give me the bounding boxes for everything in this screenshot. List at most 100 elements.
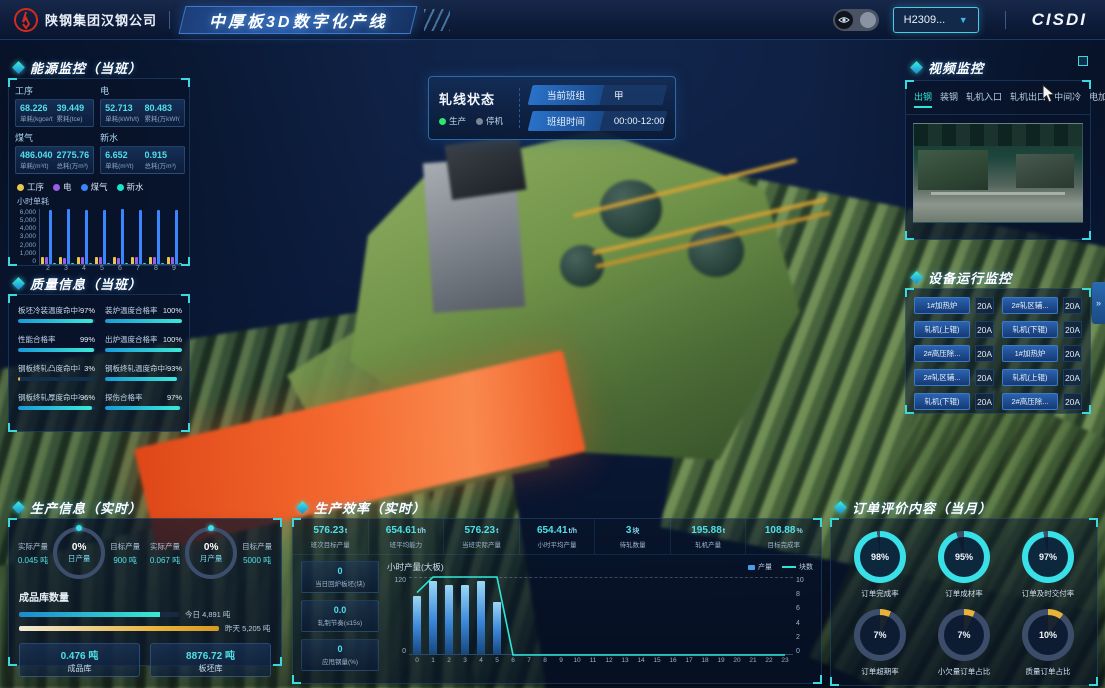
chevron-right-icon: »	[1096, 298, 1101, 308]
efficiency-stat-unit: 块	[632, 528, 639, 535]
page-title-plate: 中厚板3D数字化产线	[179, 6, 418, 34]
corner-bracket	[905, 288, 914, 297]
device-label-badge[interactable]: 轧机(上辊)	[1002, 369, 1058, 386]
efficiency-stat-value: 576.23t	[297, 525, 364, 536]
video-tab-5[interactable]: 电加热	[1089, 90, 1105, 108]
order-ring: 98%	[854, 531, 906, 583]
quality-item-top: 钢板终轧温度命中率93%	[105, 363, 182, 374]
quality-progress-track	[105, 406, 182, 410]
y-tick: 4,000	[13, 225, 36, 232]
efficiency-stat-value: 108.88%	[750, 525, 817, 536]
hourly-chart-legend: 产量块数	[748, 562, 813, 572]
efficiency-stat-unit: %	[796, 528, 802, 535]
device-label-badge[interactable]: 2#高压除...	[1002, 393, 1058, 410]
side-stat-value: 0	[306, 644, 374, 654]
device-label-badge[interactable]: 轧机(下辊)	[1002, 321, 1058, 338]
efficiency-stats-row: 576.23t班次目标产量654.61t/h班平均能力576.23t当班实际产量…	[293, 519, 821, 555]
energy-stat: 68.226单耗(kgce/t)	[20, 103, 53, 123]
y-tick: 4	[796, 620, 813, 627]
toggle-knob	[860, 12, 876, 28]
legend-bar-icon	[748, 565, 755, 570]
device-label-badge[interactable]: 2#轧区辅...	[914, 369, 970, 386]
status-divider	[519, 88, 520, 128]
corner-bracket	[181, 78, 190, 87]
camera-feed-rail	[931, 192, 1065, 195]
device-label-badge[interactable]: 1#加热炉	[914, 297, 970, 314]
devices-panel-title-text: 设备运行监控	[928, 268, 1012, 287]
hour-bar	[413, 596, 421, 655]
legend-label: 煤气	[91, 181, 108, 193]
device-label-badge[interactable]: 1#加热炉	[1002, 345, 1058, 362]
quality-item: 钢板终轧凸度命中率3%	[18, 363, 95, 381]
video-tab-4[interactable]: 中间冷	[1054, 90, 1081, 108]
energy-stat-value: 486.040	[20, 150, 53, 160]
order-ring-cell: 98%订单完成率	[841, 531, 919, 599]
device-label-badge[interactable]: 轧机(上辊)	[914, 321, 970, 338]
bar-group	[165, 209, 183, 264]
panel-collapse-tab[interactable]: »	[1092, 282, 1105, 324]
quality-item-pct: 100%	[163, 306, 182, 315]
bar-新水	[125, 263, 128, 264]
device-label-badge[interactable]: 2#轧区辅...	[1002, 297, 1058, 314]
corner-bracket	[292, 518, 301, 527]
shift-group-label: 当前班组	[547, 88, 585, 102]
y-tick: 2	[796, 634, 813, 641]
device-label-badge[interactable]: 轧机(下辊)	[914, 393, 970, 410]
corner-bracket	[181, 423, 190, 432]
energy-chart-x-axis: 23456789	[9, 265, 189, 272]
quality-item-label: 板坯冷装温度命中率	[18, 305, 80, 316]
energy-stat: 2775.76总耗(万m³)	[57, 150, 90, 170]
devices-panel: 1#加热炉 20A 2#轧区辅...20A 轧机(上辊) 20A 轧机(下辊) 20A 2#高…	[905, 288, 1091, 414]
video-tab-1[interactable]: 装钢	[940, 90, 958, 108]
hourly-chart-body: 1200 1086420	[387, 577, 813, 655]
company-logo-icon	[14, 8, 38, 32]
y-tick: 0	[796, 648, 813, 655]
corner-bracket	[8, 657, 17, 666]
camera-feed-thumbnail[interactable]	[913, 123, 1083, 223]
heat-number-select[interactable]: H2309... ▼	[893, 7, 979, 33]
energy-group-name: 工序	[15, 84, 94, 97]
device-current-value: 20A	[975, 369, 994, 386]
yesterday-bar-text: 昨天 5,205 吨	[225, 623, 270, 634]
video-tab-2[interactable]: 轧机入口	[966, 90, 1002, 108]
video-tabs: 出钢装钢轧机入口轧机出口中间冷电加热	[906, 81, 1090, 115]
panel-expand-icon[interactable]	[1078, 56, 1088, 66]
status-rows: 当前班组 甲 班组时间 00:00-12:00	[530, 85, 665, 131]
header-right-controls: H2309... ▼ CISDI	[833, 7, 1105, 33]
diamond-icon	[12, 61, 25, 74]
bar-电	[45, 257, 48, 264]
bar-工序	[41, 257, 44, 264]
dashboard-root: { "header": { "company": "陕钢集团汉钢公司", "ti…	[0, 0, 1105, 688]
efficiency-stat-value: 3块	[599, 525, 666, 536]
company-logo: 陕钢集团汉钢公司	[0, 8, 157, 32]
rolling-status-legend: 生产 停机	[439, 115, 509, 127]
visibility-toggle[interactable]	[833, 9, 879, 31]
efficiency-stat-label: 班次目标产量	[297, 539, 364, 549]
energy-group: 煤气486.040单耗(m³/t)2775.76总耗(万m³)	[15, 131, 94, 174]
device-current-value: 20A	[1063, 393, 1082, 410]
rolling-status-card: 轧线状态 生产 停机 当前班组 甲 班组时间 00:00-12:00	[428, 76, 676, 140]
quality-item: 钢板终轧温度命中率93%	[105, 363, 182, 381]
bar-工序	[95, 257, 98, 264]
legend-label: 块数	[799, 562, 813, 572]
device-item: 2#轧区辅...20A	[1002, 297, 1082, 314]
video-tab-0[interactable]: 出钢	[914, 90, 932, 108]
video-tab-3[interactable]: 轧机出口	[1010, 90, 1046, 108]
slab-yard-label: 板坯库	[199, 663, 223, 674]
orders-panel: 98%订单完成率95%订单成材率97%订单及时交付率7%订单超期率7%小欠量订单…	[830, 518, 1098, 686]
quality-item-label: 性能合格率	[18, 334, 56, 345]
x-tick: 0	[409, 657, 425, 664]
mouse-cursor	[1042, 84, 1058, 104]
finished-goods-box: 0.476 吨 成品库	[19, 643, 140, 677]
inventory-today-bar: 今日 4,891 吨	[9, 606, 281, 620]
heat-number-value: H2309...	[904, 14, 946, 26]
quality-item: 探伤合格率97%	[105, 392, 182, 410]
energy-chart-plot	[39, 209, 183, 265]
shift-group-row: 当前班组 甲	[528, 85, 668, 105]
bar-新水	[71, 263, 74, 264]
corner-bracket	[905, 231, 914, 240]
quality-item: 钢板终轧厚度命中率96%	[18, 392, 95, 410]
device-label-badge[interactable]: 2#高压除...	[914, 345, 970, 362]
device-current-value: 20A	[1063, 321, 1082, 338]
devices-panel-title: 设备运行监控	[912, 268, 1012, 287]
